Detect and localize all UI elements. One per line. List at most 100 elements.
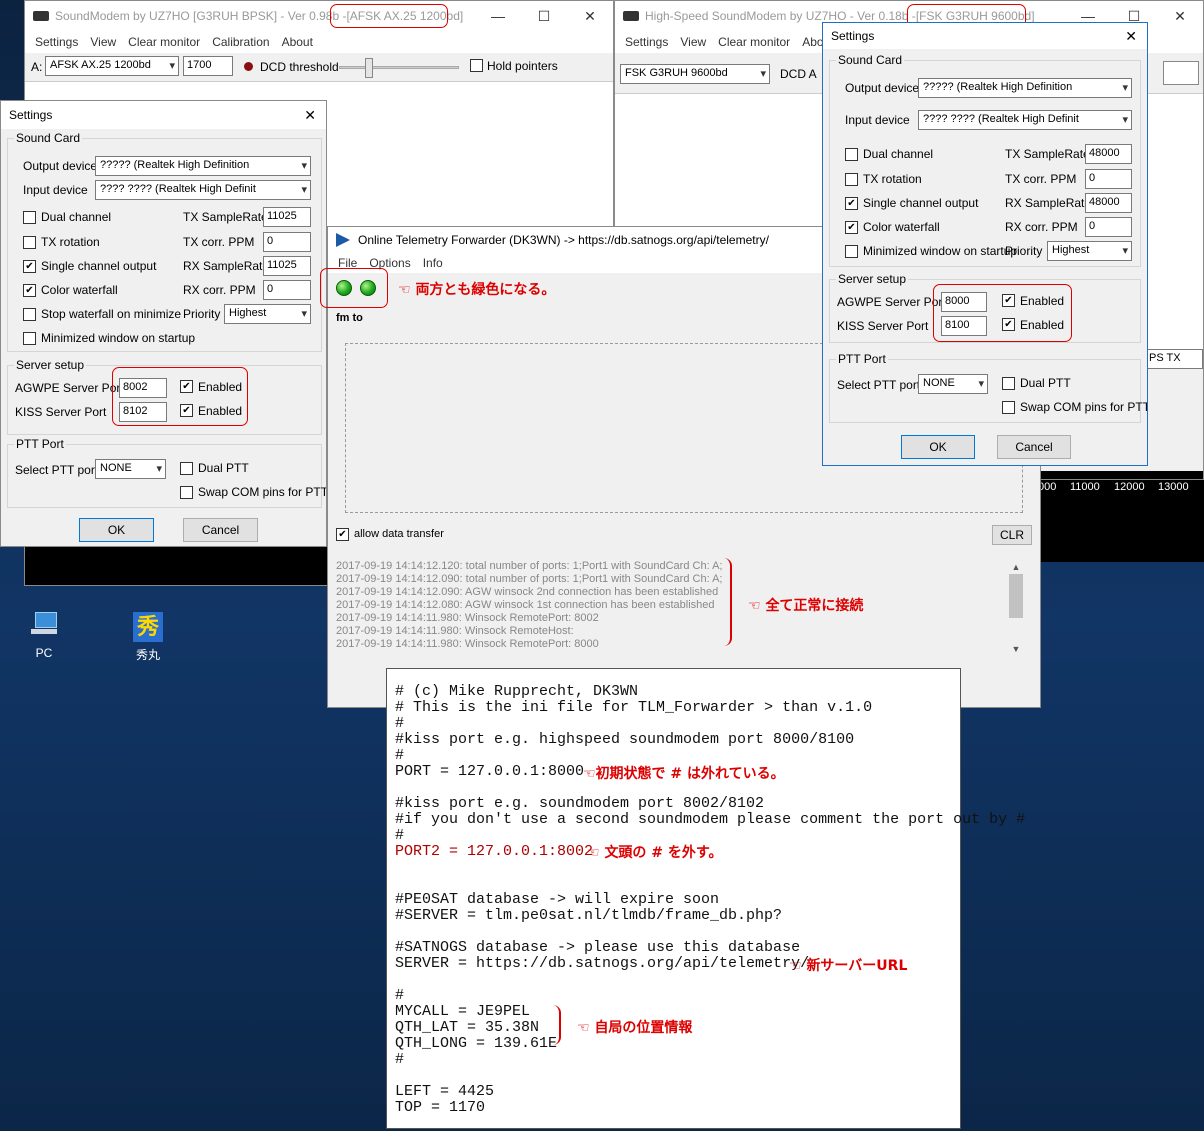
desktop-icon-pc[interactable]: PC bbox=[14, 612, 74, 660]
settings-left-titlebar[interactable]: Settings ✕ bbox=[1, 101, 326, 129]
settings-right-titlebar[interactable]: Settings ✕ bbox=[823, 23, 1147, 49]
frequency-input[interactable]: 1700 bbox=[183, 56, 233, 76]
output-device-select[interactable]: ????? (Realtek High Definition bbox=[95, 156, 311, 176]
annotation-remove-hash: ☜ 文頭の # を外す。 bbox=[587, 845, 723, 861]
r-single-channel-checkbox[interactable]: ✔ bbox=[845, 197, 858, 210]
server-setup-label: Server setup bbox=[14, 358, 87, 372]
hs-title: High-Speed SoundModem by UZ7HO - Ver 0.1… bbox=[645, 9, 916, 23]
menu-clear-monitor[interactable]: Clear monitor bbox=[122, 35, 206, 49]
ini-line-port2: PORT2 = 127.0.0.1:8002 bbox=[395, 843, 594, 860]
r-agwpe-enabled-checkbox[interactable]: ✔ bbox=[1002, 294, 1015, 307]
fwd-menu-info[interactable]: Info bbox=[417, 256, 449, 270]
close-icon[interactable]: ✕ bbox=[567, 1, 613, 31]
stop-waterfall-checkbox[interactable] bbox=[23, 308, 36, 321]
ini-file-view: # (c) Mike Rupprecht, DK3WN # This is th… bbox=[386, 668, 1025, 1129]
hs-dcd-label: DCD A bbox=[780, 67, 817, 81]
ini-line: PORT = 127.0.0.1:8000 bbox=[395, 763, 585, 780]
r-rx-ppm-input[interactable]: 0 bbox=[1085, 217, 1132, 237]
settings-left-cancel-button[interactable]: Cancel bbox=[183, 518, 258, 542]
ini-line: QTH_LAT = 35.38N bbox=[395, 1019, 540, 1036]
hs-waterfall bbox=[1025, 471, 1203, 479]
hs-menu-clear-monitor[interactable]: Clear monitor bbox=[712, 35, 796, 49]
menu-calibration[interactable]: Calibration bbox=[206, 35, 275, 49]
dual-ptt-checkbox[interactable] bbox=[180, 462, 193, 475]
r-color-waterfall-checkbox[interactable]: ✔ bbox=[845, 221, 858, 234]
r-tx-samplerate-input[interactable]: 48000 bbox=[1085, 144, 1132, 164]
pc-icon bbox=[29, 612, 59, 636]
hs-mode-select[interactable]: FSK G3RUH 9600bd bbox=[620, 64, 770, 84]
fwd-menu-file[interactable]: File bbox=[332, 256, 363, 270]
ini-line: #if you don't use a second soundmodem pl… bbox=[395, 811, 1026, 828]
r-agwpe-port-input[interactable]: 8000 bbox=[941, 292, 987, 312]
ptt-port-select[interactable]: NONE bbox=[95, 459, 166, 479]
tx-ppm-input[interactable]: 0 bbox=[263, 232, 311, 252]
priority-select[interactable]: Highest bbox=[224, 304, 311, 324]
r-tx-ppm-input[interactable]: 0 bbox=[1085, 169, 1132, 189]
tx-samplerate-input[interactable]: 11025 bbox=[263, 207, 311, 227]
ini-line: # This is the ini file for TLM_Forwarder… bbox=[395, 699, 873, 716]
agwpe-enabled-checkbox[interactable]: ✔ bbox=[180, 380, 193, 393]
dual-channel-checkbox[interactable] bbox=[23, 211, 36, 224]
r-rx-samplerate-input[interactable]: 48000 bbox=[1085, 193, 1132, 213]
ini-line: #kiss port e.g. highspeed soundmodem por… bbox=[395, 731, 855, 748]
rx-ppm-input[interactable]: 0 bbox=[263, 280, 311, 300]
scroll-down-icon[interactable]: ▼ bbox=[1008, 644, 1024, 654]
status-led-2 bbox=[360, 280, 376, 296]
menu-view[interactable]: View bbox=[84, 35, 122, 49]
input-device-select[interactable]: ???? ???? (Realtek High Definit bbox=[95, 180, 311, 200]
hs-close-icon[interactable]: ✕ bbox=[1157, 1, 1203, 31]
hs-slider[interactable] bbox=[1163, 61, 1199, 85]
scroll-thumb[interactable] bbox=[1009, 574, 1023, 618]
tx-rotation-checkbox[interactable] bbox=[23, 236, 36, 249]
settings-right-ok-button[interactable]: OK bbox=[901, 435, 975, 459]
r-swap-com-checkbox[interactable] bbox=[1002, 401, 1015, 414]
hs-menu-view[interactable]: View bbox=[674, 35, 712, 49]
dcd-led-icon bbox=[244, 62, 253, 71]
settings-right-cancel-button[interactable]: Cancel bbox=[997, 435, 1071, 459]
tx-ppm-label: TX corr. PPM bbox=[183, 235, 255, 249]
r-kiss-port-input[interactable]: 8100 bbox=[941, 316, 987, 336]
rx-samplerate-input[interactable]: 11025 bbox=[263, 256, 311, 276]
scroll-up-icon[interactable]: ▲ bbox=[1008, 562, 1024, 572]
r-priority-select[interactable]: Highest bbox=[1047, 241, 1132, 261]
settings-left-ok-button[interactable]: OK bbox=[79, 518, 154, 542]
desktop-icon-hidemaru[interactable]: 秀 秀丸 bbox=[118, 612, 178, 663]
settings-right-close-icon[interactable]: ✕ bbox=[1125, 28, 1137, 45]
color-waterfall-checkbox[interactable]: ✔ bbox=[23, 284, 36, 297]
r-ptt-port-select[interactable]: NONE bbox=[918, 374, 988, 394]
hold-pointers-checkbox[interactable] bbox=[470, 59, 483, 72]
clr-button[interactable]: CLR bbox=[992, 525, 1032, 545]
maximize-icon[interactable]: ☐ bbox=[521, 1, 567, 31]
ini-line: SERVER = https://db.satnogs.org/api/tele… bbox=[395, 955, 810, 972]
r-input-device-select[interactable]: ???? ???? (Realtek High Definit bbox=[918, 110, 1132, 130]
allow-transfer-checkbox[interactable]: ✔ bbox=[336, 528, 349, 541]
minimized-startup-label: Minimized window on startup bbox=[41, 331, 196, 345]
menu-settings[interactable]: Settings bbox=[29, 35, 84, 49]
r-dual-ptt-checkbox[interactable] bbox=[1002, 377, 1015, 390]
kiss-enabled-checkbox[interactable]: ✔ bbox=[180, 404, 193, 417]
r-dual-ptt-label: Dual PTT bbox=[1020, 376, 1071, 390]
minimize-icon[interactable]: — bbox=[475, 1, 521, 31]
hs-title-mode: [FSK G3RUH 9600bd] bbox=[915, 9, 1035, 23]
swap-com-checkbox[interactable] bbox=[180, 486, 193, 499]
agwpe-port-input[interactable]: 8002 bbox=[119, 378, 167, 398]
fwd-menu-options[interactable]: Options bbox=[363, 256, 416, 270]
menu-about[interactable]: About bbox=[276, 35, 319, 49]
r-tx-rotation-checkbox[interactable] bbox=[845, 173, 858, 186]
ini-line: #PE0SAT database -> will expire soon bbox=[395, 891, 720, 908]
r-minimized-startup-checkbox[interactable] bbox=[845, 245, 858, 258]
r-dual-channel-checkbox[interactable] bbox=[845, 148, 858, 161]
minimized-startup-checkbox[interactable] bbox=[23, 332, 36, 345]
settings-left-close-icon[interactable]: ✕ bbox=[304, 107, 316, 124]
log-scrollbar[interactable]: ▲ ▼ bbox=[1008, 562, 1024, 654]
hs-menu-settings[interactable]: Settings bbox=[619, 35, 674, 49]
dcd-threshold-slider[interactable] bbox=[339, 58, 459, 78]
r-output-device-select[interactable]: ????? (Realtek High Definition bbox=[918, 78, 1132, 98]
mode-select[interactable]: AFSK AX.25 1200bd bbox=[45, 56, 179, 76]
r-kiss-enabled-checkbox[interactable]: ✔ bbox=[1002, 318, 1015, 331]
soundmodem-titlebar[interactable]: SoundModem by UZ7HO [G3RUH BPSK] - Ver 0… bbox=[25, 1, 613, 31]
tx-samplerate-label: TX SampleRate bbox=[183, 210, 268, 224]
kiss-port-input[interactable]: 8102 bbox=[119, 402, 167, 422]
settings-left-title: Settings bbox=[9, 108, 53, 122]
single-channel-checkbox[interactable]: ✔ bbox=[23, 260, 36, 273]
